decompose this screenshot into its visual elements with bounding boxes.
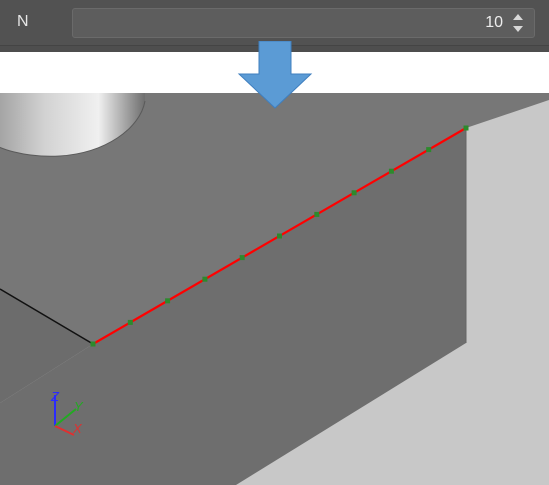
chevron-up-icon[interactable] bbox=[511, 12, 525, 22]
3d-scene: Z Y X bbox=[0, 93, 549, 485]
division-point bbox=[165, 298, 171, 304]
parameter-row-n: N bbox=[0, 0, 549, 46]
arrow-down-icon bbox=[237, 41, 313, 109]
chevron-down-icon[interactable] bbox=[511, 24, 525, 34]
division-point bbox=[202, 276, 208, 282]
division-point bbox=[463, 125, 469, 131]
n-spinbox[interactable] bbox=[72, 8, 535, 38]
division-point bbox=[277, 233, 282, 239]
n-value-input[interactable] bbox=[423, 14, 503, 32]
division-point bbox=[351, 190, 357, 196]
axis-z-label: Z bbox=[50, 389, 60, 404]
division-point bbox=[90, 341, 96, 347]
division-point bbox=[314, 211, 320, 217]
3d-viewport[interactable]: Z Y X bbox=[0, 93, 549, 485]
axis-y-label: Y bbox=[74, 399, 84, 414]
axis-x-label: X bbox=[72, 421, 83, 436]
division-point bbox=[426, 147, 432, 153]
app-root: N 10 Z Y X bbox=[0, 0, 549, 485]
division-point bbox=[127, 319, 133, 325]
division-point bbox=[239, 255, 245, 261]
division-point bbox=[388, 168, 394, 174]
parameter-label: N bbox=[17, 13, 29, 30]
